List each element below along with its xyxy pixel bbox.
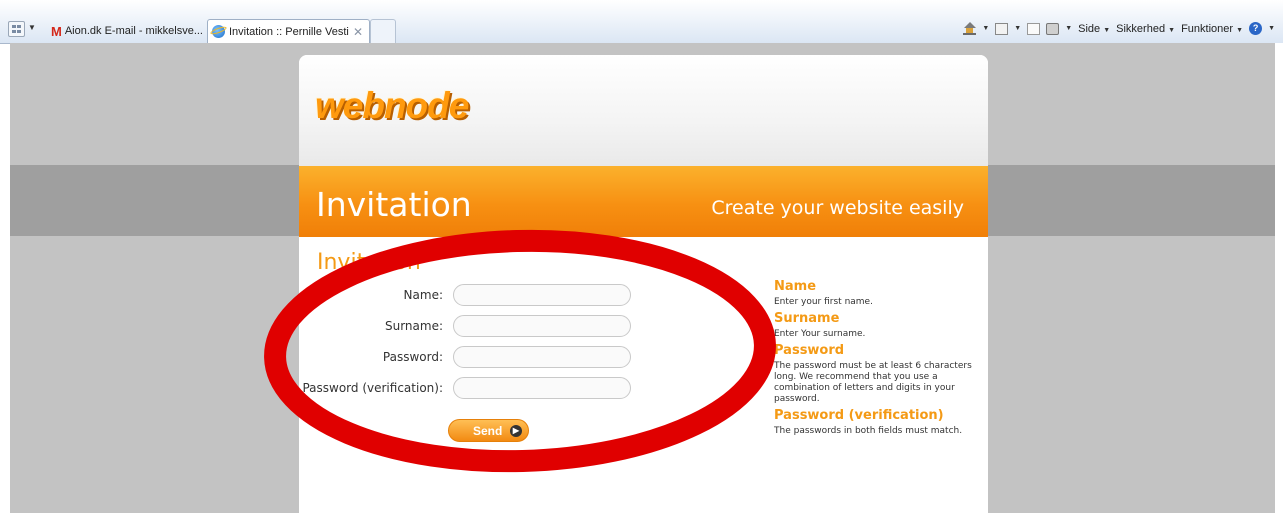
feeds-icon[interactable]: [995, 22, 1009, 35]
section-title: Invitation: [317, 250, 421, 275]
surname-input[interactable]: [453, 315, 631, 337]
password-input[interactable]: [453, 346, 631, 368]
tools-menu[interactable]: Funktioner ▼: [1181, 23, 1243, 35]
help-text-name: Enter your first name.: [774, 297, 873, 307]
name-label: Name:: [403, 288, 443, 302]
send-button[interactable]: Send ▶: [448, 419, 529, 442]
command-bar: ▼ ▼ ▼ Side ▼ Sikkerhed ▼ Funktioner ▼ ? …: [963, 21, 1275, 35]
ie-page-icon: [212, 25, 225, 38]
help-text-password: The password must be at least 6 characte…: [774, 361, 972, 404]
chevron-down-icon[interactable]: ▼: [1268, 25, 1275, 32]
print-icon[interactable]: [1046, 22, 1060, 35]
tab-aion-email[interactable]: M Aion.dk E-mail - mikkelsve...: [47, 19, 207, 43]
help-text-surname: Enter Your surname.: [774, 329, 866, 339]
tab-label: Invitation :: Pernille Vesti: [229, 25, 349, 38]
name-input[interactable]: [453, 284, 631, 306]
form-row-name: Name:: [299, 284, 659, 308]
help-text-password-verification: The passwords in both fields must match.: [774, 426, 963, 436]
help-title-name: Name: [774, 279, 817, 294]
quick-tabs-icon[interactable]: [8, 21, 25, 37]
help-icon[interactable]: ?: [1249, 22, 1263, 35]
form-row-surname: Surname:: [299, 315, 659, 339]
tab-label: Aion.dk E-mail - mikkelsve...: [64, 25, 203, 37]
password-verification-label: Password (verification):: [302, 381, 443, 395]
invitation-card: webnode Invitation Create your website e…: [299, 55, 988, 525]
help-column: Name Enter your first name. Surname Ente…: [774, 279, 974, 440]
side-menu[interactable]: Side ▼: [1078, 23, 1110, 35]
browser-tab-bar: ▼ M Aion.dk E-mail - mikkelsve... Invita…: [0, 0, 1283, 44]
arrow-right-icon: ▶: [510, 425, 522, 437]
help-title-password: Password: [774, 343, 845, 358]
form-row-password-verification: Password (verification):: [299, 377, 659, 401]
window-edge: [1275, 43, 1283, 513]
form-row-password: Password:: [299, 346, 659, 370]
help-title-password-verification: Password (verification): [774, 408, 944, 423]
gmail-icon: M: [51, 23, 62, 39]
banner-tagline: Create your website easily: [711, 197, 964, 219]
chevron-down-icon[interactable]: ▼: [1014, 25, 1021, 32]
banner: Invitation Create your website easily: [299, 166, 988, 237]
chevron-down-icon[interactable]: ▼: [982, 25, 989, 32]
mail-icon[interactable]: [1027, 22, 1041, 35]
surname-label: Surname:: [384, 319, 443, 333]
quick-tabs-dropdown-icon[interactable]: ▼: [28, 23, 36, 32]
help-title-surname: Surname: [774, 311, 840, 326]
password-verification-input[interactable]: [453, 377, 631, 399]
new-tab-button[interactable]: [370, 19, 396, 43]
chevron-down-icon[interactable]: ▼: [1065, 25, 1072, 32]
webnode-logo[interactable]: webnode: [315, 85, 469, 127]
security-menu[interactable]: Sikkerhed ▼: [1116, 23, 1175, 35]
home-icon[interactable]: [963, 21, 977, 35]
card-header: webnode: [299, 55, 988, 166]
close-tab-icon[interactable]: ✕: [353, 25, 363, 39]
password-label: Password:: [382, 350, 443, 364]
banner-title: Invitation: [316, 185, 472, 224]
tab-invitation[interactable]: Invitation :: Pernille Vesti ✕: [207, 19, 370, 43]
